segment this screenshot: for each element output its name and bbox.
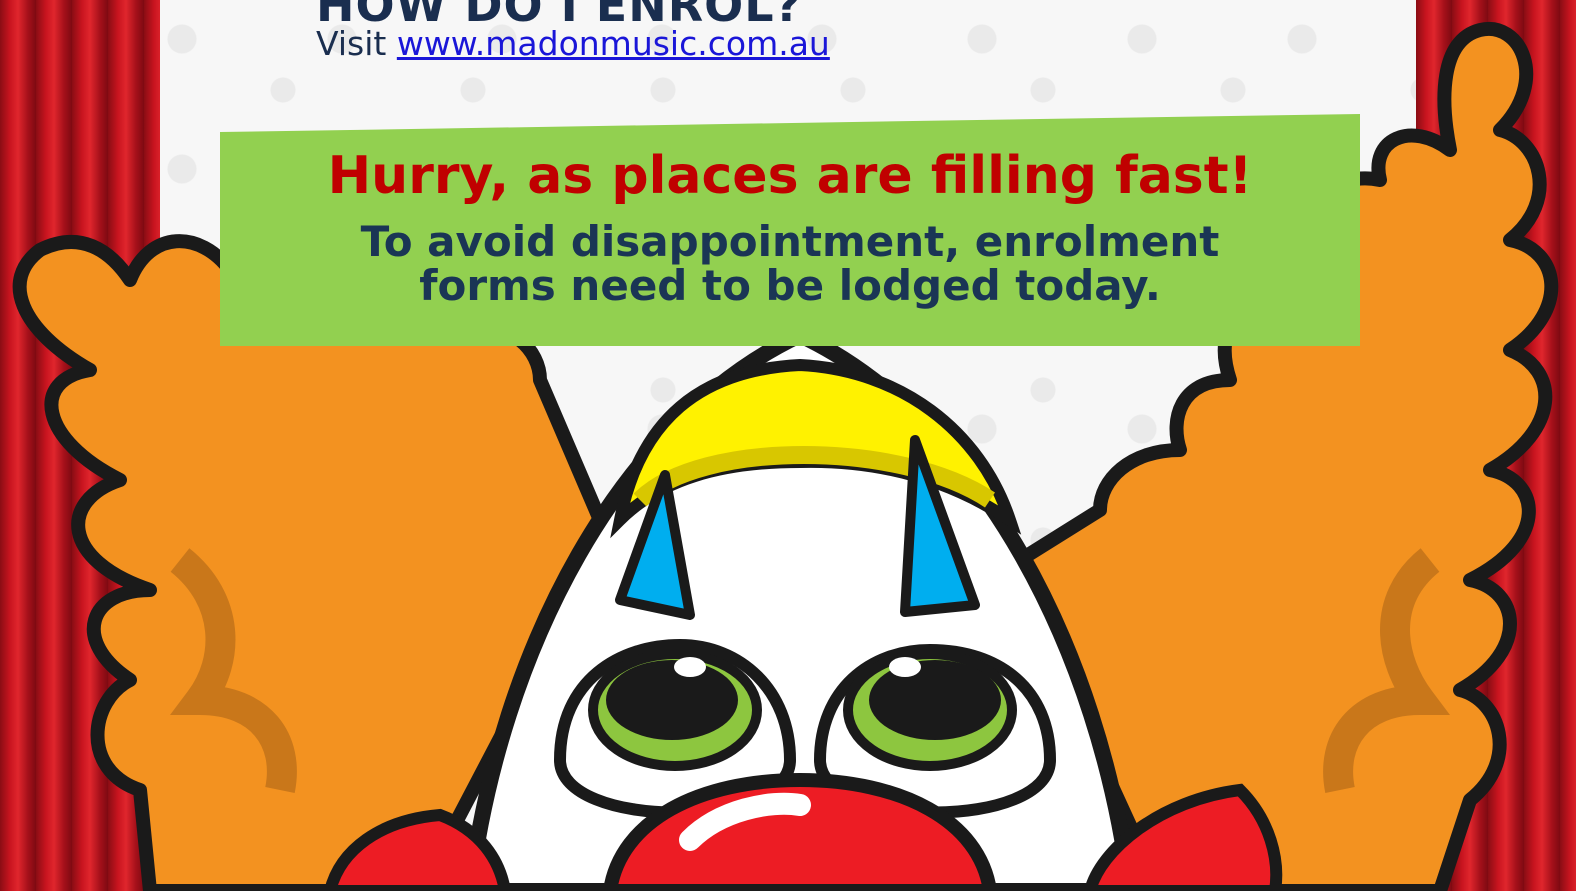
notice-title: Hurry, as places are filling fast! (327, 146, 1253, 206)
notice-body: To avoid disappointment, enrolment forms… (360, 217, 1220, 310)
poster: HOW DO I ENROL? Visit www.madonmusic.com… (0, 0, 1576, 891)
enrolment-notice: Hurry, as places are filling fast! To av… (220, 114, 1360, 346)
